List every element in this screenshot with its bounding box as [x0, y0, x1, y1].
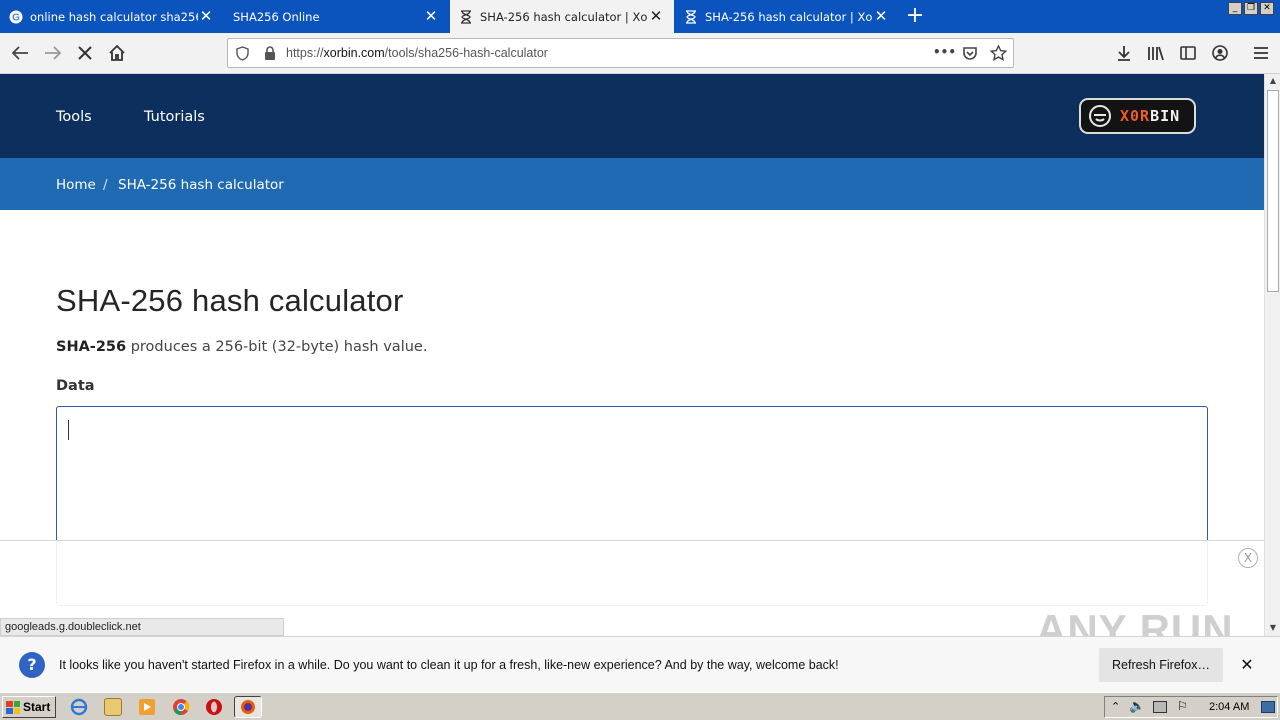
internet-explorer-icon[interactable] — [70, 698, 88, 716]
intro-bold: SHA-256 — [56, 339, 127, 355]
sidebar-icon — [1180, 46, 1196, 60]
navigation-toolbar: https://xorbin.com/tools/sha256-hash-cal… — [0, 33, 1280, 74]
stop-icon — [78, 46, 92, 60]
tab-xorbin[interactable]: SHA-256 hash calculator | Xorbin ✕ — [675, 0, 899, 33]
firefox-taskbar-button[interactable] — [234, 696, 262, 718]
data-label: Data — [56, 378, 95, 394]
menu-button[interactable] — [1247, 39, 1275, 67]
site-header: Tools Tutorials X0RBIN — [0, 74, 1264, 158]
taskbar: Start ⌃ 🔈 ⚐ 2:04 AM — [0, 692, 1280, 720]
logo-text-part: X0R — [1120, 107, 1151, 125]
xorbin-logo[interactable]: X0RBIN — [1079, 98, 1196, 134]
text-caret — [68, 420, 69, 440]
library-icon — [1148, 46, 1164, 61]
stop-button[interactable] — [71, 39, 99, 67]
sidebar-button[interactable] — [1174, 39, 1202, 67]
close-icon[interactable]: ✕ — [423, 8, 439, 24]
hamburger-menu-icon — [1254, 47, 1268, 59]
start-button[interactable]: Start — [2, 696, 56, 718]
home-icon — [109, 44, 125, 61]
close-icon[interactable]: ✕ — [873, 8, 889, 24]
volume-icon[interactable]: 🔈 — [1129, 699, 1145, 714]
scroll-down-arrow-icon[interactable]: ▼ — [1265, 621, 1280, 635]
intro-text: SHA-256 produces a 256-bit (32-byte) has… — [56, 339, 427, 355]
restore-button[interactable]: ❐ — [1244, 2, 1258, 15]
clock: 2:04 AM — [1209, 701, 1250, 713]
windows-flag-icon — [6, 700, 20, 714]
tab-xorbin-active[interactable]: SHA-256 hash calculator | Xorbin ✕ — [450, 0, 674, 33]
breadcrumb: Home / SHA-256 hash calculator — [0, 158, 1264, 210]
new-tab-button[interactable]: + — [902, 4, 928, 30]
close-icon[interactable]: ✕ — [198, 8, 214, 24]
tab-google-search[interactable]: G online hash calculator sha256 - Sol ✕ — [0, 0, 224, 33]
show-desktop-icon[interactable] — [1261, 701, 1275, 713]
account-button[interactable] — [1206, 39, 1234, 67]
tray-expand-icon[interactable]: ⌃ — [1111, 700, 1120, 713]
close-icon[interactable]: ✕ — [1238, 656, 1256, 674]
tab-title: SHA-256 hash calculator | Xorbin — [480, 9, 648, 24]
hourglass-icon — [458, 9, 474, 25]
google-icon: G — [8, 9, 24, 25]
tab-sha256-online[interactable]: SHA256 Online ✕ — [225, 0, 449, 33]
forward-arrow-icon — [45, 46, 62, 60]
notification-message: It looks like you haven't started Firefo… — [59, 658, 839, 672]
robot-face-icon — [1089, 105, 1111, 127]
tab-title: SHA-256 hash calculator | Xorbin — [705, 9, 873, 24]
svg-text:G: G — [12, 12, 20, 23]
explorer-folder-icon[interactable] — [104, 698, 122, 716]
page-title: SHA-256 hash calculator — [56, 283, 404, 318]
forward-button[interactable] — [39, 39, 67, 67]
download-icon — [1118, 46, 1130, 61]
intro-rest: produces a 256-bit (32-byte) hash value. — [126, 339, 428, 355]
minimize-button[interactable]: _ — [1228, 2, 1242, 15]
system-tray: ⌃ 🔈 ⚐ 2:04 AM — [1104, 696, 1278, 718]
lock-icon[interactable] — [264, 46, 276, 61]
nav-tutorials-link[interactable]: Tutorials — [144, 109, 205, 125]
shield-icon — [236, 46, 249, 61]
network-icon[interactable] — [1153, 701, 1167, 713]
breadcrumb-home-link[interactable]: Home — [56, 177, 96, 193]
window-close-button[interactable]: ✕ — [1260, 2, 1274, 15]
notification-bar: ? It looks like you haven't started Fire… — [0, 636, 1280, 692]
url-bar[interactable]: https://xorbin.com/tools/sha256-hash-cal… — [227, 38, 1014, 68]
tab-title: SHA256 Online — [233, 9, 320, 24]
refresh-firefox-button[interactable]: Refresh Firefox… — [1099, 648, 1223, 682]
start-label: Start — [23, 700, 51, 714]
firefox-icon — [241, 700, 255, 714]
opera-icon[interactable] — [205, 698, 223, 716]
bookmark-star-icon[interactable] — [990, 45, 1007, 61]
account-icon — [1212, 45, 1228, 61]
logo-text-part: BIN — [1150, 107, 1181, 125]
url-path: /tools/sha256-hash-calculator — [384, 46, 548, 60]
pocket-icon[interactable] — [962, 45, 978, 61]
url-domain: xorbin.com — [323, 46, 385, 60]
url-text: https://xorbin.com/tools/sha256-hash-cal… — [286, 46, 548, 60]
close-icon[interactable]: ✕ — [648, 8, 664, 24]
breadcrumb-current: SHA-256 hash calculator — [118, 177, 284, 193]
tab-title: online hash calculator sha256 - Sol — [30, 9, 198, 24]
breadcrumb-separator: / — [103, 177, 108, 193]
status-url: googleads.g.doubleclick.net — [0, 618, 284, 636]
chrome-icon[interactable] — [172, 698, 190, 716]
scroll-up-arrow-icon[interactable]: ▲ — [1265, 74, 1280, 88]
vertical-scrollbar[interactable]: ▲ ▼ — [1264, 74, 1280, 636]
scrollbar-thumb[interactable] — [1267, 90, 1279, 292]
hourglass-icon — [683, 9, 699, 25]
home-button[interactable] — [103, 39, 131, 67]
media-player-icon[interactable] — [138, 698, 156, 716]
back-arrow-icon — [11, 46, 28, 60]
back-button[interactable] — [6, 39, 34, 67]
tab-strip: G online hash calculator sha256 - Sol ✕ … — [0, 0, 1280, 33]
url-prefix: https:// — [286, 46, 324, 60]
page-actions-icon[interactable]: ••• — [933, 45, 956, 59]
question-icon: ? — [19, 652, 45, 678]
flag-icon[interactable]: ⚐ — [1177, 699, 1188, 713]
ad-close-button[interactable]: X — [1238, 548, 1258, 568]
nav-tools-link[interactable]: Tools — [56, 109, 92, 125]
downloads-button[interactable] — [1110, 39, 1138, 67]
logo-text: X0RBIN — [1120, 107, 1180, 125]
library-button[interactable] — [1142, 39, 1170, 67]
